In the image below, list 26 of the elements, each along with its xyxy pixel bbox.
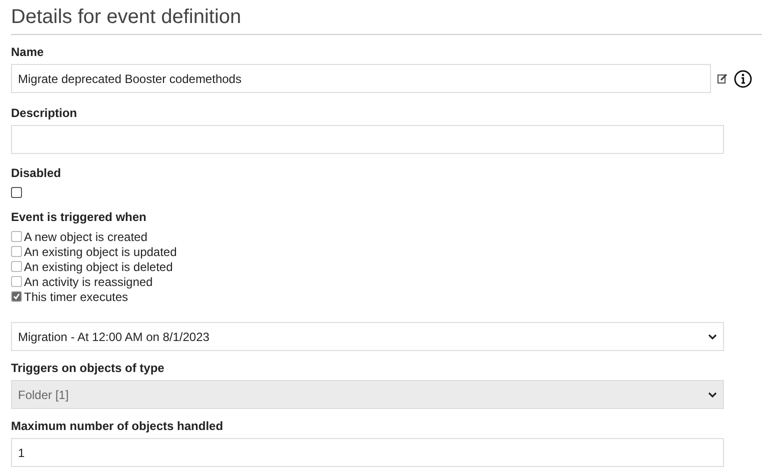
checkbox[interactable] [11,187,22,198]
checkbox[interactable] [11,261,22,272]
edit-icon[interactable] [717,73,728,84]
field-label: Description [11,106,78,120]
chevron-down-icon [708,392,717,398]
option-label: An activity is reassigned [24,274,153,288]
page-title: Details for event definition [11,6,762,35]
field-label: Triggers on objects of type [11,361,166,375]
field-label: Maximum number of objects handled [11,419,224,433]
name-field[interactable]: Migrate deprecated Booster codemethods [11,64,711,93]
checkbox[interactable] [11,246,22,257]
option-label: An existing object is updated [24,244,177,258]
chevron-down-icon [708,334,717,340]
field-label: Disabled [11,166,62,180]
checkbox[interactable] [11,231,22,242]
description-field[interactable] [11,125,724,154]
field-label: Event is triggered when [11,210,148,224]
option-label: An existing object is deleted [24,260,173,274]
max-objects-field[interactable]: 1 [11,438,724,467]
checkbox[interactable] [11,291,22,302]
checkbox[interactable] [11,276,22,287]
timer-select[interactable]: Migration - At 12:00 AM on 8/1/2023 [11,322,724,351]
info-icon[interactable] [734,70,752,88]
field-label: Name [11,45,45,59]
option-label: This timer executes [24,290,128,304]
option-label: A new object is created [24,230,148,244]
